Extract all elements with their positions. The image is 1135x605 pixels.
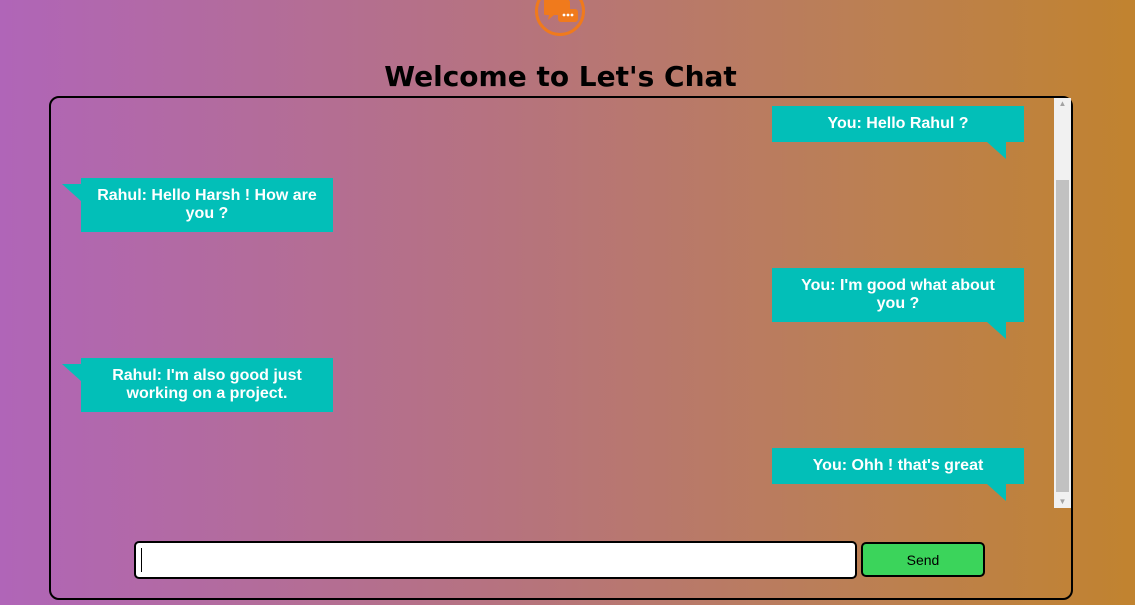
scroll-up-arrow-icon[interactable]: ▲ bbox=[1054, 98, 1071, 110]
chat-bubbles-icon bbox=[544, 0, 578, 22]
message-scrollbar[interactable]: ▲ ▼ bbox=[1054, 98, 1071, 508]
message-bubble-outgoing: You: I'm good what about you ? bbox=[772, 268, 1024, 339]
message-list[interactable]: You: Hello Rahul ? Rahul: Hello Harsh ! … bbox=[51, 98, 1055, 508]
chat-logo-icon bbox=[535, 0, 585, 36]
scrollbar-thumb[interactable] bbox=[1056, 180, 1069, 492]
scroll-down-arrow-icon[interactable]: ▼ bbox=[1054, 496, 1071, 508]
message-bubble-incoming: Rahul: I'm also good just working on a p… bbox=[62, 358, 333, 412]
message-input[interactable] bbox=[134, 541, 857, 579]
send-button[interactable]: Send bbox=[861, 542, 985, 577]
message-bubble-outgoing: You: Hello Rahul ? bbox=[772, 106, 1024, 159]
chat-container: You: Hello Rahul ? Rahul: Hello Harsh ! … bbox=[49, 96, 1073, 600]
message-bubble-outgoing: You: Ohh ! that's great bbox=[772, 448, 1024, 501]
page-title: Welcome to Let's Chat bbox=[384, 60, 737, 93]
text-caret bbox=[141, 548, 142, 572]
message-bubble-incoming: Rahul: Hello Harsh ! How are you ? bbox=[62, 178, 333, 232]
